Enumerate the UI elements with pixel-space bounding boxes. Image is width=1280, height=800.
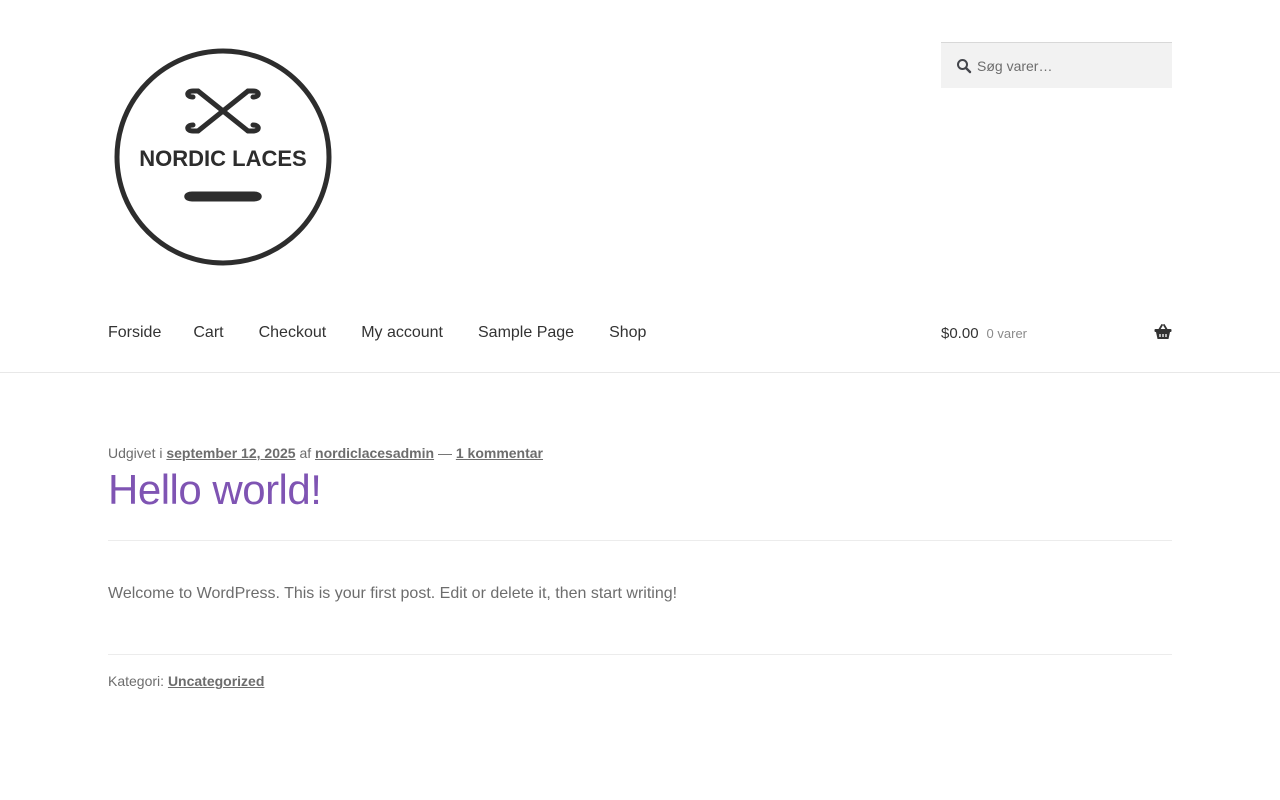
basket-icon: [1154, 324, 1172, 339]
svg-text:NORDIC LACES: NORDIC LACES: [139, 146, 306, 171]
post-categories: Kategori: Uncategorized: [108, 673, 264, 689]
nav-item-checkout[interactable]: Checkout: [259, 324, 327, 342]
nav-item-my-account[interactable]: My account: [361, 324, 443, 342]
content-divider: [108, 654, 1172, 655]
category-label: Kategori:: [108, 673, 165, 689]
nordic-laces-logo: NORDIC LACES: [114, 48, 332, 266]
cart-count: 0 varer: [986, 325, 1028, 341]
meta-published-prefix: Udgivet i: [108, 445, 163, 461]
search-input[interactable]: [977, 43, 1167, 88]
post-content: Welcome to WordPress. This is your first…: [108, 585, 678, 602]
nav-item-cart[interactable]: Cart: [193, 324, 223, 342]
nav-item-sample-page[interactable]: Sample Page: [478, 324, 574, 342]
post-meta: Udgivet i september 12, 2025 af nordicla…: [108, 445, 543, 461]
primary-navigation: Forside Cart Checkout My account Sample …: [108, 320, 681, 346]
title-divider: [108, 540, 1172, 541]
meta-separator: —: [437, 445, 452, 461]
cart-amount: $0.00: [941, 324, 979, 342]
post-title: Hello world!: [108, 466, 322, 513]
search-icon: [957, 59, 972, 74]
header-cart-link[interactable]: $0.00 0 varer: [941, 320, 1172, 346]
category-link[interactable]: Uncategorized: [168, 673, 264, 689]
nav-item-forside[interactable]: Forside: [108, 324, 161, 342]
post-date-link[interactable]: september 12, 2025: [166, 445, 295, 461]
product-search-form: [941, 42, 1172, 88]
post-author-link[interactable]: nordiclacesadmin: [315, 445, 434, 461]
nav-item-shop[interactable]: Shop: [609, 324, 646, 342]
site-logo[interactable]: NORDIC LACES: [108, 42, 338, 272]
meta-by-label: af: [299, 445, 312, 461]
site-header: NORDIC LACES Forside Cart Checkout My ac…: [0, 0, 1280, 373]
post-comments-link[interactable]: 1 kommentar: [456, 445, 543, 461]
